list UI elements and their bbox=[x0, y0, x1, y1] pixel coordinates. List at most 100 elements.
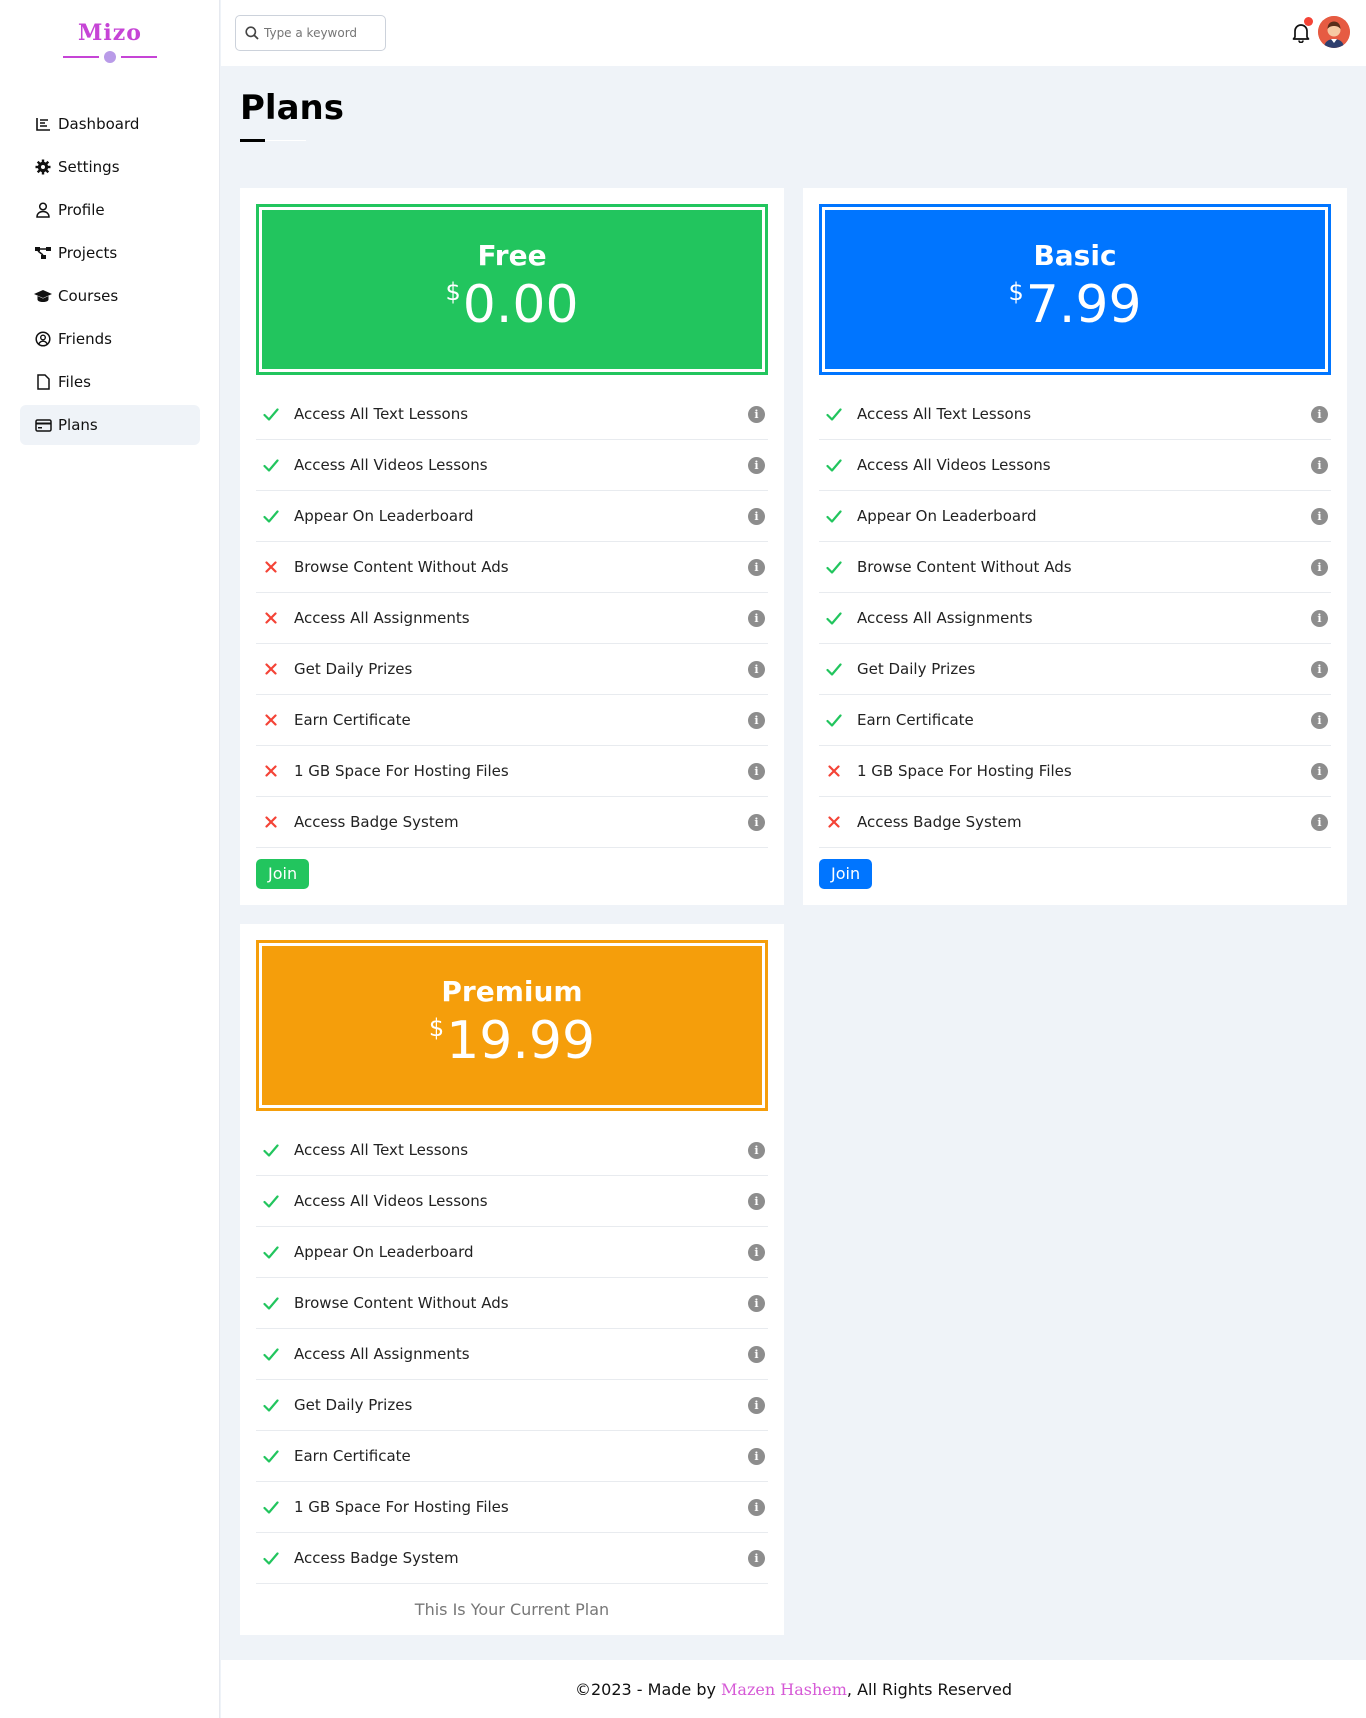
notification-bell[interactable] bbox=[1290, 17, 1313, 44]
logo[interactable]: Mizo bbox=[0, 20, 220, 64]
info-icon[interactable]: i bbox=[748, 609, 765, 627]
feature-item: Get Daily Prizes i bbox=[256, 1380, 768, 1431]
info-icon[interactable]: i bbox=[748, 660, 765, 678]
sidebar-item-label: Plans bbox=[58, 416, 98, 434]
current-plan-label: This Is Your Current Plan bbox=[414, 1600, 610, 1619]
notification-dot bbox=[1304, 17, 1313, 26]
plan-name: Premium bbox=[441, 975, 583, 1008]
feature-item: Access Badge System i bbox=[256, 797, 768, 848]
check-icon bbox=[825, 609, 843, 627]
check-icon bbox=[825, 507, 843, 525]
info-icon[interactable]: i bbox=[1311, 507, 1328, 525]
check-icon bbox=[825, 405, 843, 423]
info-icon[interactable]: i bbox=[748, 456, 765, 474]
currency-symbol: $ bbox=[1008, 278, 1024, 306]
feature-item: Earn Certificate i bbox=[256, 1431, 768, 1482]
feature-item: Browse Content Without Ads i bbox=[819, 542, 1331, 593]
feature-label: Access All Text Lessons bbox=[294, 405, 469, 423]
plan-card-premium: Premium $ 19.99 Access All Text Lessons i… bbox=[240, 924, 784, 1635]
feature-label: Earn Certificate bbox=[294, 711, 411, 729]
check-icon bbox=[262, 405, 280, 423]
feature-item: Get Daily Prizes i bbox=[256, 644, 768, 695]
info-icon[interactable]: i bbox=[748, 1498, 765, 1516]
check-icon bbox=[262, 507, 280, 525]
info-icon[interactable]: i bbox=[748, 813, 765, 831]
feature-item: 1 GB Space For Hosting Files i bbox=[819, 746, 1331, 797]
info-icon[interactable]: i bbox=[1311, 762, 1328, 780]
check-icon bbox=[262, 1141, 280, 1159]
feature-label: Access All Text Lessons bbox=[294, 1141, 469, 1159]
feature-label: Get Daily Prizes bbox=[857, 660, 976, 678]
sidebar-item-settings[interactable]: Settings bbox=[20, 147, 200, 187]
feature-item: Browse Content Without Ads i bbox=[256, 542, 768, 593]
info-icon[interactable]: i bbox=[748, 1396, 765, 1414]
info-icon[interactable]: i bbox=[748, 1447, 765, 1465]
check-icon bbox=[262, 1294, 280, 1312]
info-icon[interactable]: i bbox=[1311, 711, 1328, 729]
currency-symbol: $ bbox=[428, 1014, 445, 1042]
feature-item: 1 GB Space For Hosting Files i bbox=[256, 1482, 768, 1533]
feature-label: Access All Assignments bbox=[294, 1345, 470, 1363]
feature-item: Browse Content Without Ads i bbox=[256, 1278, 768, 1329]
info-icon[interactable]: i bbox=[748, 1192, 765, 1210]
feature-label: 1 GB Space For Hosting Files bbox=[294, 1498, 509, 1516]
user-avatar-icon bbox=[1318, 16, 1350, 48]
plan-price: $ 7.99 bbox=[1008, 276, 1141, 334]
feature-label: Access Badge System bbox=[857, 813, 1022, 831]
info-icon[interactable]: i bbox=[748, 762, 765, 780]
feature-item: Appear On Leaderboard i bbox=[819, 491, 1331, 542]
info-icon[interactable]: i bbox=[1311, 456, 1328, 474]
feature-item: Access All Videos Lessons i bbox=[256, 440, 768, 491]
info-icon[interactable]: i bbox=[1311, 609, 1328, 627]
join-button[interactable]: Join bbox=[256, 859, 310, 889]
cross-icon bbox=[262, 660, 280, 678]
check-icon bbox=[262, 456, 280, 474]
sidebar-item-plans[interactable]: Plans bbox=[20, 405, 200, 445]
logo-underline bbox=[63, 50, 157, 64]
check-icon bbox=[825, 660, 843, 678]
sidebar-item-projects[interactable]: Projects bbox=[20, 233, 200, 273]
info-icon[interactable]: i bbox=[748, 1243, 765, 1261]
info-icon[interactable]: i bbox=[1311, 813, 1328, 831]
sidebar-item-label: Projects bbox=[58, 244, 118, 262]
info-icon[interactable]: i bbox=[1311, 558, 1328, 576]
info-icon[interactable]: i bbox=[748, 1141, 765, 1159]
feature-label: Access Badge System bbox=[294, 813, 459, 831]
sidebar-item-courses[interactable]: Courses bbox=[20, 276, 200, 316]
feature-item: Get Daily Prizes i bbox=[819, 644, 1331, 695]
info-icon[interactable]: i bbox=[1311, 660, 1328, 678]
feature-item: Access All Text Lessons i bbox=[256, 1125, 768, 1176]
cross-icon bbox=[825, 762, 843, 780]
info-icon[interactable]: i bbox=[748, 711, 765, 729]
info-icon[interactable]: i bbox=[748, 1345, 765, 1363]
logo-text: Mizo bbox=[78, 20, 142, 46]
search-input[interactable] bbox=[264, 26, 374, 40]
info-icon[interactable]: i bbox=[748, 507, 765, 525]
cross-icon bbox=[262, 711, 280, 729]
check-icon bbox=[825, 558, 843, 576]
check-icon bbox=[262, 1243, 280, 1261]
feature-item: Access All Text Lessons i bbox=[819, 389, 1331, 440]
user-circle-icon bbox=[34, 330, 52, 348]
info-icon[interactable]: i bbox=[748, 1549, 765, 1567]
sidebar-item-dashboard[interactable]: Dashboard bbox=[20, 104, 200, 144]
sidebar-item-files[interactable]: Files bbox=[20, 362, 200, 402]
info-icon[interactable]: i bbox=[748, 558, 765, 576]
sidebar-item-profile[interactable]: Profile bbox=[20, 190, 200, 230]
search-box[interactable] bbox=[235, 15, 386, 51]
avatar[interactable] bbox=[1318, 16, 1350, 48]
check-icon bbox=[262, 1192, 280, 1210]
info-icon[interactable]: i bbox=[1311, 405, 1328, 423]
plan-name: Free bbox=[477, 239, 547, 272]
feature-label: Appear On Leaderboard bbox=[857, 507, 1037, 525]
footer-author[interactable]: Mazen Hashem bbox=[721, 1680, 847, 1699]
feature-list: Access All Text Lessons i Access All Video… bbox=[819, 389, 1331, 848]
cross-icon bbox=[825, 813, 843, 831]
join-button[interactable]: Join bbox=[819, 859, 873, 889]
feature-label: Get Daily Prizes bbox=[294, 1396, 413, 1414]
sidebar-item-friends[interactable]: Friends bbox=[20, 319, 200, 359]
sidebar-item-label: Friends bbox=[58, 330, 112, 348]
info-icon[interactable]: i bbox=[748, 1294, 765, 1312]
feature-item: Access All Assignments i bbox=[256, 593, 768, 644]
info-icon[interactable]: i bbox=[748, 405, 765, 423]
